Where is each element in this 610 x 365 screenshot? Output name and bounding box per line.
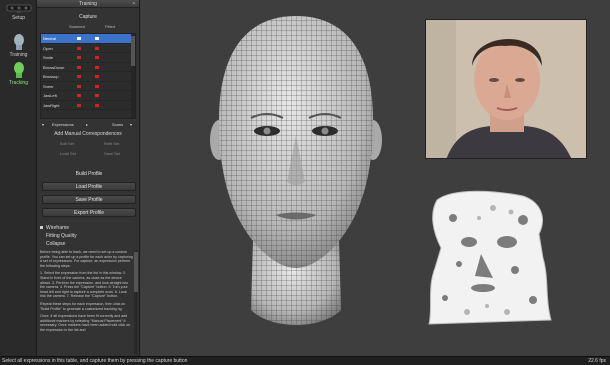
collapse-toggle[interactable]: Collapse: [46, 241, 65, 247]
export-profile-button[interactable]: Export Profile: [42, 208, 136, 217]
mode-setup-label: Setup: [11, 15, 26, 21]
expressions-selector[interactable]: Expressions: [52, 122, 74, 127]
wireframe-head-model[interactable]: [181, 10, 411, 355]
camera-icon: [6, 4, 31, 13]
table-row[interactable]: Smile: [41, 53, 135, 63]
status-bar: Select all expressions in this table, an…: [0, 356, 610, 365]
table-row[interactable]: Open: [41, 44, 135, 53]
expression-column-headers: Scanned Fitted: [37, 24, 139, 30]
manual-correspondences-header: Add Manual Correspondences: [54, 131, 122, 137]
dropdown-arrow-icon[interactable]: ▾: [130, 122, 132, 127]
depth-scan-view: [428, 190, 552, 325]
table-row[interactable]: JawRight: [41, 101, 135, 110]
table-row[interactable]: Neutral: [41, 34, 135, 44]
viewport[interactable]: [141, 0, 610, 356]
edit-set-button[interactable]: Edit Set: [60, 141, 74, 146]
filter-row: ▾ Expressions ▸ Scans ▾: [40, 122, 136, 129]
fitting-quality-toggle[interactable]: Fitting Quality: [46, 233, 77, 239]
table-row[interactable]: JawLeft: [41, 91, 135, 101]
expression-table[interactable]: Neutral Open Smile BrowsDown Browsup Sne…: [40, 33, 136, 119]
table-scrollbar[interactable]: [131, 34, 135, 118]
panel-title: Training: [79, 1, 97, 7]
panel-titlebar: Training ✕: [37, 0, 139, 8]
wireframe-toggle[interactable]: Wireframe: [40, 225, 69, 231]
load-set-button[interactable]: Load Set: [60, 151, 76, 156]
dropdown-arrow-icon[interactable]: ▾: [42, 122, 44, 127]
mode-tracking-button[interactable]: Tracking: [0, 61, 37, 86]
scans-selector[interactable]: Scans: [112, 122, 123, 127]
status-message: Select all expressions in this table, an…: [2, 358, 188, 364]
build-profile-button[interactable]: Build Profile: [42, 169, 136, 178]
swap-icon[interactable]: ▸: [86, 122, 88, 127]
load-profile-button[interactable]: Load Profile: [42, 182, 136, 191]
refit-set-button[interactable]: Refit Set: [104, 141, 119, 146]
capture-header: Capture: [79, 14, 97, 20]
save-profile-button[interactable]: Save Profile: [42, 195, 136, 204]
checkbox-icon: [40, 226, 43, 230]
mode-tracking-label: Tracking: [9, 80, 28, 86]
mode-setup-button[interactable]: Setup: [0, 2, 37, 21]
head-icon: [13, 62, 24, 78]
webcam-feed: [425, 19, 587, 159]
table-row[interactable]: Sneer: [41, 82, 135, 91]
column-scanned[interactable]: Scanned: [69, 24, 85, 29]
table-row[interactable]: BrowsDown: [41, 63, 135, 72]
help-text: Before being able to track, we need to s…: [40, 250, 133, 332]
save-set-button[interactable]: Save Set: [104, 151, 120, 156]
mode-training-label: Training: [9, 52, 28, 58]
table-row[interactable]: Browsup: [41, 72, 135, 82]
close-icon[interactable]: ✕: [132, 0, 136, 8]
webcam-face-image: [426, 20, 586, 158]
column-fitted[interactable]: Fitted: [105, 24, 115, 29]
fps-readout: 22.6 fps: [588, 358, 606, 364]
mode-sidebar: Setup Training Tracking: [0, 0, 37, 356]
mode-training-button[interactable]: Training: [0, 33, 37, 58]
head-icon: [13, 34, 24, 50]
help-scrollbar[interactable]: [134, 250, 138, 354]
